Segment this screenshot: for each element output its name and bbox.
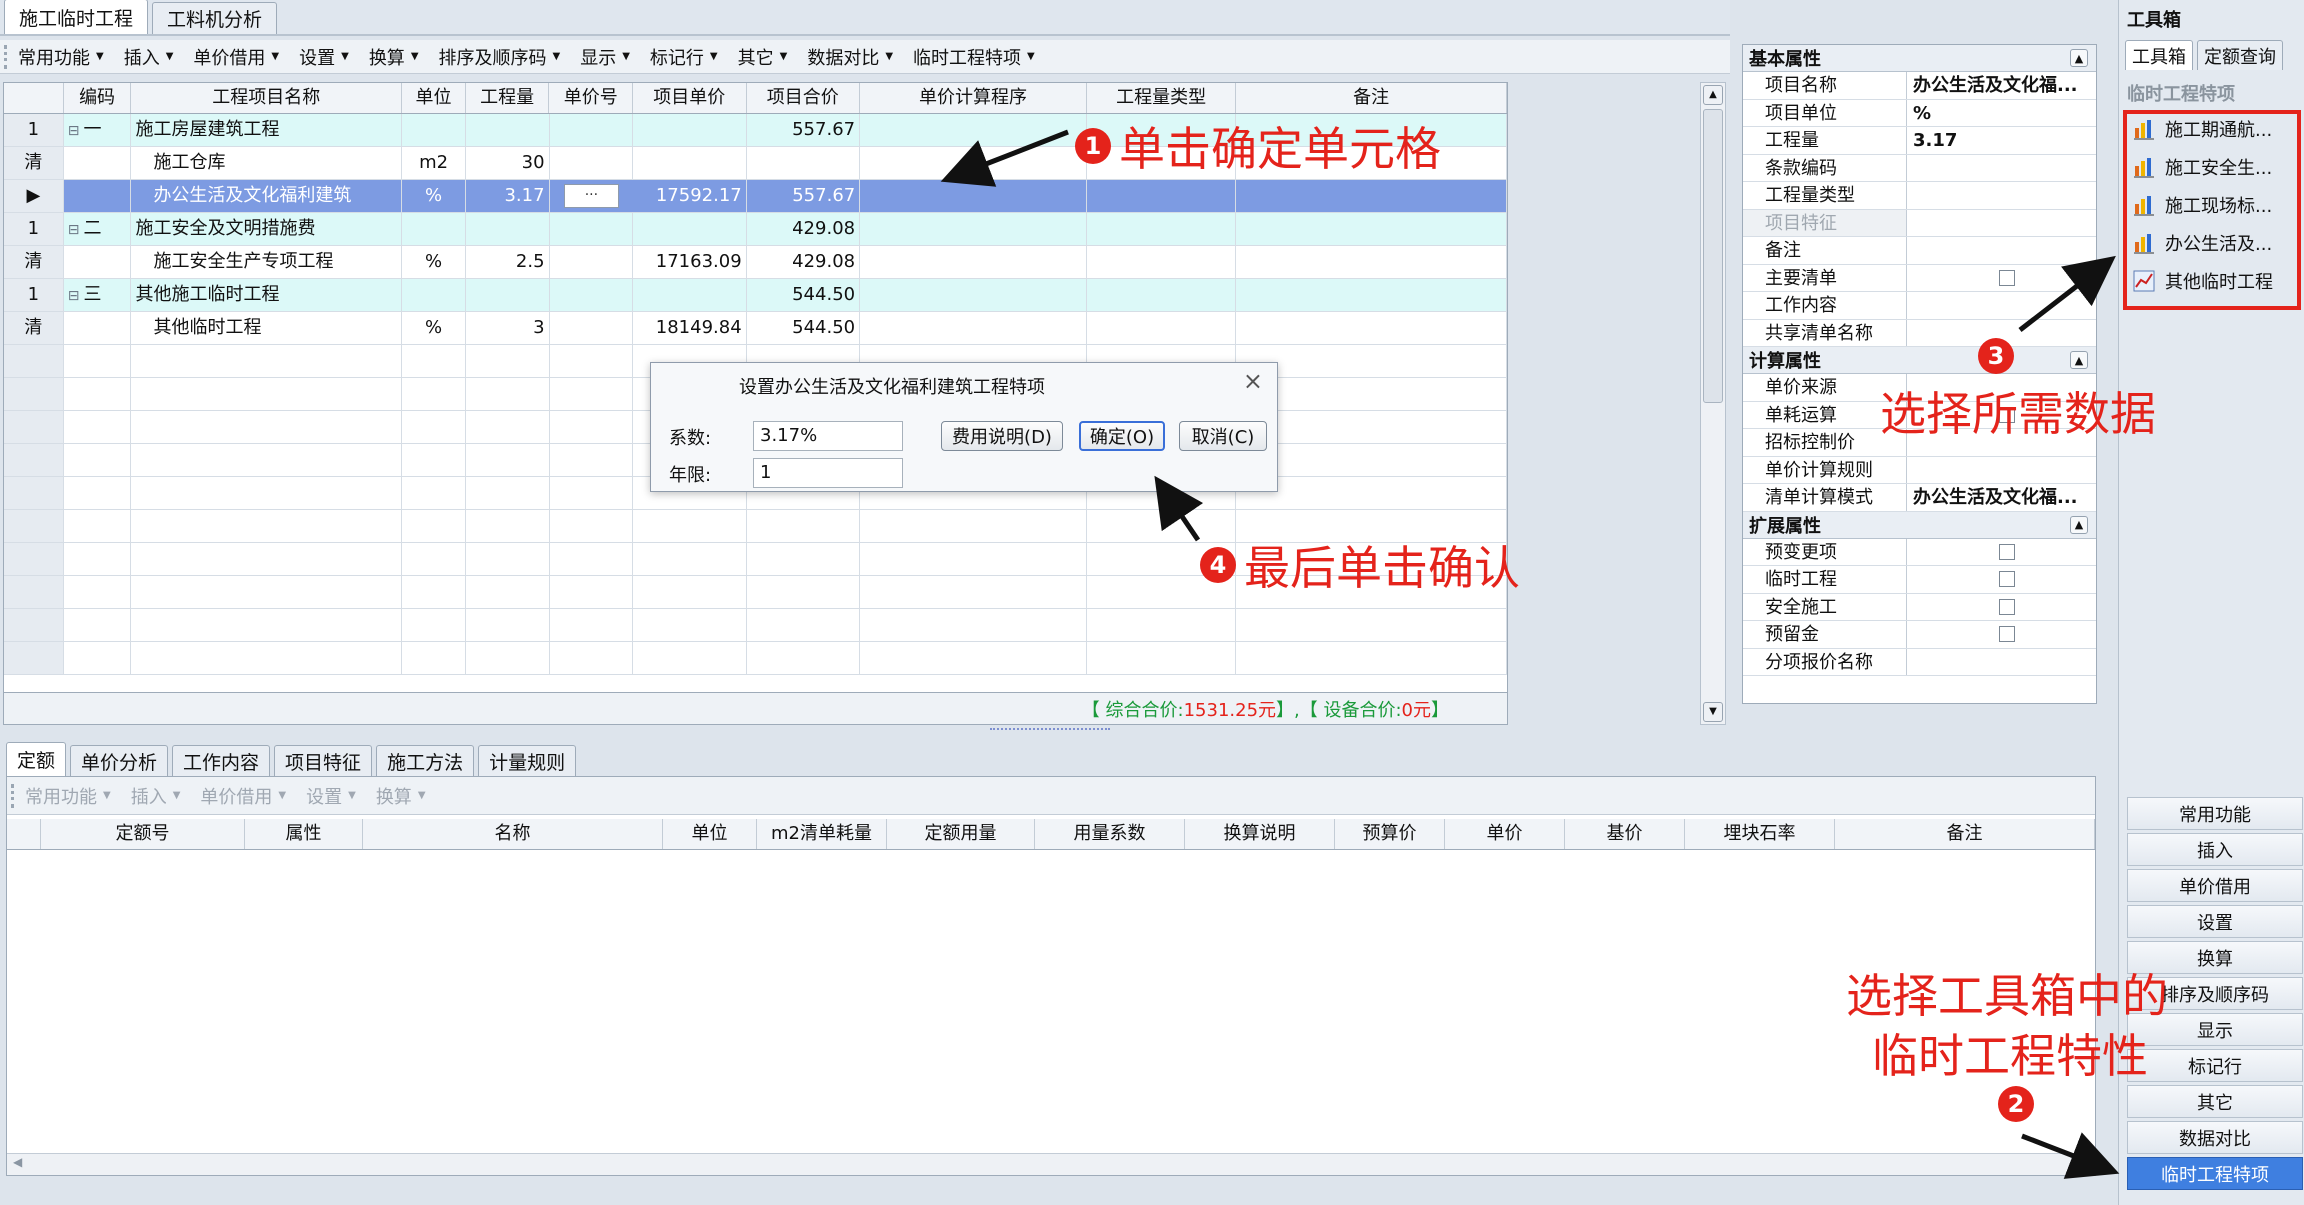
annotation-3-badge: 3: [1978, 338, 2014, 374]
annotation-4: 4 最后单击确认: [1200, 532, 1520, 598]
annotation-2-line2: 临时工程特性: [1872, 1029, 2148, 1083]
annotation-1-text: 单击确定单元格: [1119, 122, 1441, 176]
annotation-2-badge: 2: [1998, 1086, 2034, 1122]
annotation-4-text: 最后单击确认: [1244, 541, 1520, 595]
annotation-2-badge-wrap: 2: [1998, 1086, 2034, 1122]
arrow-4: [1154, 475, 1204, 542]
annotation-4-badge: 4: [1200, 547, 1236, 583]
arrow-3: [2018, 255, 2116, 332]
annotation-1: 1 单击确定单元格: [1075, 113, 1441, 179]
annotation-1-badge: 1: [1075, 128, 1111, 164]
annotation-3-badge-wrap: 3: [1978, 338, 2014, 374]
arrow-2: [2021, 1132, 2120, 1179]
arrow-1: [940, 129, 1069, 187]
annotation-3-text: 选择所需数据: [1880, 387, 2156, 441]
app-window: 施工临时工程 工料机分析 常用功能 ▼ 插入 ▼ 单价借用 ▼ 设置 ▼ 换算 ▼ 排序及顺序码 ▼ 显…: [0, 0, 2304, 1205]
annotation-2-line1: 选择工具箱中的: [1846, 969, 2168, 1023]
